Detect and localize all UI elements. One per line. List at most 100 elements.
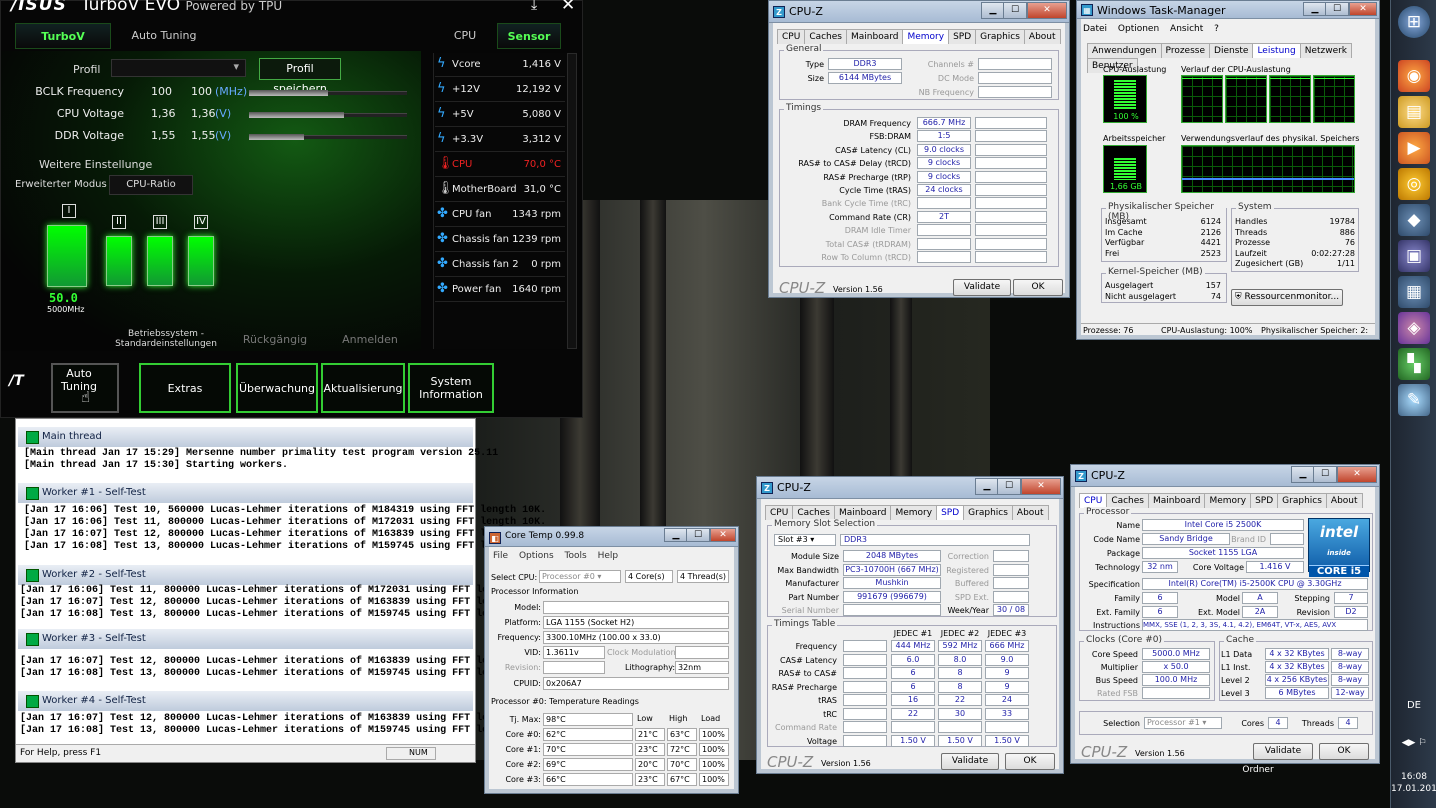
menu-file[interactable]: Datei — [1083, 24, 1107, 34]
undo-button[interactable]: Rückgängig — [229, 333, 321, 346]
titlebar[interactable]: Z CPU-Z ▁ ☐ ✕ — [769, 1, 1069, 23]
tab-cpu[interactable]: CPU — [1079, 493, 1108, 508]
resource-monitor-button[interactable]: ⛨ Ressourcenmonitor... — [1231, 289, 1343, 306]
tab-graphics[interactable]: Graphics — [1277, 493, 1327, 508]
tray-icons[interactable]: ◀▶ ⚐ — [1391, 738, 1436, 748]
tab-mainboard[interactable]: Mainboard — [846, 29, 904, 44]
app-icon[interactable]: ◆ — [1398, 204, 1430, 236]
media-player-icon[interactable]: ▶ — [1398, 132, 1430, 164]
update-button[interactable]: Aktualisierung — [321, 363, 405, 413]
ok-button[interactable]: OK — [1319, 743, 1369, 760]
ratio-bar-4[interactable] — [188, 236, 214, 286]
ok-button[interactable]: OK — [1013, 279, 1063, 296]
minimize-button[interactable]: ▁ — [981, 2, 1005, 19]
tab-mainboard[interactable]: Mainboard — [834, 505, 892, 520]
cpu-voltage-slider[interactable] — [249, 112, 407, 118]
firefox-icon[interactable]: ◉ — [1398, 60, 1430, 92]
tab-memory[interactable]: Memory — [902, 29, 950, 44]
tab-cpu[interactable]: CPU — [777, 29, 806, 44]
tab-sensor[interactable]: Sensor — [497, 23, 561, 49]
tab-network[interactable]: Netzwerk — [1299, 43, 1353, 58]
tab-graphics[interactable]: Graphics — [963, 505, 1013, 520]
menu-view[interactable]: Ansicht — [1170, 24, 1203, 34]
close-button[interactable]: ✕ — [1021, 478, 1061, 495]
tab-applications[interactable]: Anwendungen — [1087, 43, 1162, 58]
tab-mainboard[interactable]: Mainboard — [1148, 493, 1206, 508]
processor-select[interactable]: Processor #1 ▾ — [1144, 717, 1222, 729]
menu-help[interactable]: Help — [598, 551, 619, 561]
slot-dropdown[interactable]: Slot #3 ▾ — [774, 534, 836, 546]
save-profile-button[interactable]: Profil speichern — [259, 58, 341, 95]
validate-button[interactable]: Validate — [941, 753, 999, 770]
tab-about[interactable]: About — [1011, 505, 1049, 520]
os-defaults-button[interactable]: Betriebssystem -Standardeinstellungen — [113, 329, 219, 349]
tab-processes[interactable]: Prozesse — [1160, 43, 1211, 58]
maximize-button[interactable]: ☐ — [686, 528, 710, 542]
language-indicator[interactable]: DE — [1391, 700, 1436, 711]
maximize-button[interactable]: ☐ — [1325, 2, 1349, 16]
menu-options[interactable]: Optionen — [1118, 24, 1159, 34]
prime95-icon[interactable]: ▚ — [1398, 348, 1430, 380]
ok-button[interactable]: OK — [1005, 753, 1055, 770]
worker-2-header[interactable]: Worker #2 - Self-Test — [18, 565, 473, 585]
tab-spd[interactable]: SPD — [936, 505, 965, 520]
tab-spd[interactable]: SPD — [948, 29, 977, 44]
validate-button[interactable]: Validate — [953, 279, 1011, 296]
clock-time[interactable]: 16:08 — [1391, 772, 1436, 782]
close-button[interactable]: ✕ — [1027, 2, 1067, 19]
cpuz-icon[interactable]: ▣ — [1398, 240, 1430, 272]
close-button[interactable]: ✕ — [710, 528, 736, 542]
tab-services[interactable]: Dienste — [1209, 43, 1254, 58]
worker-3-header[interactable]: Worker #3 - Self-Test — [18, 629, 473, 649]
close-button[interactable]: ✕ — [1337, 466, 1377, 483]
titlebar[interactable]: ▦ Windows Task-Manager ▁ ☐ ✕ — [1077, 1, 1379, 19]
tab-caches[interactable]: Caches — [804, 29, 847, 44]
tab-caches[interactable]: Caches — [1106, 493, 1149, 508]
menu-help[interactable]: ? — [1214, 24, 1219, 34]
cpu-ratio-tab[interactable]: CPU-Ratio — [109, 175, 193, 195]
tab-about[interactable]: About — [1023, 29, 1061, 44]
tab-performance[interactable]: Leistung — [1252, 43, 1301, 58]
minimize-button[interactable]: ▁ — [1291, 466, 1315, 483]
ratio-bar-2[interactable] — [106, 236, 132, 286]
clock-date[interactable]: 17.01.2011 — [1391, 784, 1436, 794]
worker-4-header[interactable]: Worker #4 - Self-Test — [18, 691, 473, 711]
tab-auto-tuning[interactable]: Auto Tuning — [113, 23, 215, 49]
profile-dropdown[interactable]: ▾ — [111, 59, 246, 77]
titlebar[interactable]: ◧ Core Temp 0.99.8 ▁ ☐ ✕ — [485, 527, 738, 547]
maximize-button[interactable]: ☐ — [997, 478, 1021, 495]
menu-options[interactable]: Options — [519, 551, 554, 561]
ratio-bar-3[interactable] — [147, 236, 173, 286]
menu-file[interactable]: File — [493, 551, 508, 561]
tab-graphics[interactable]: Graphics — [975, 29, 1025, 44]
tab-spd[interactable]: SPD — [1250, 493, 1279, 508]
advanced-mode-tab[interactable]: Erweiterter Modus — [15, 179, 107, 190]
monitor-button[interactable]: Überwachung — [236, 363, 318, 413]
ddr-voltage-slider[interactable] — [249, 134, 407, 140]
titlebar[interactable]: Z CPU-Z ▁ ☐ ✕ — [757, 477, 1063, 499]
explorer-icon[interactable]: ▤ — [1398, 96, 1430, 128]
apply-button[interactable]: Anmelden — [331, 333, 409, 346]
minimize-button[interactable]: ▁ — [664, 528, 688, 542]
minimize-button[interactable]: ▁ — [1303, 2, 1327, 16]
tab-cpu[interactable]: CPU — [437, 23, 493, 49]
menu-tools[interactable]: Tools — [565, 551, 587, 561]
app-icon[interactable]: ◈ — [1398, 312, 1430, 344]
taskmgr-icon[interactable]: ▦ — [1398, 276, 1430, 308]
app-icon[interactable]: ◎ — [1398, 168, 1430, 200]
paint-icon[interactable]: ✎ — [1398, 384, 1430, 416]
worker-1-header[interactable]: Worker #1 - Self-Test — [18, 483, 473, 503]
tab-turbov[interactable]: TurboV — [15, 23, 111, 49]
titlebar[interactable]: Z CPU-Z ▁ ☐ ✕ — [1071, 465, 1379, 487]
validate-button[interactable]: Validate — [1253, 743, 1313, 760]
tab-cpu[interactable]: CPU — [765, 505, 794, 520]
sensor-scrollbar[interactable] — [567, 53, 577, 349]
start-orb-icon[interactable]: ⊞ — [1398, 6, 1430, 38]
close-button[interactable]: ✕ — [1349, 2, 1377, 16]
cpu-select[interactable]: Processor #0 ▾ — [539, 570, 621, 583]
maximize-button[interactable]: ☐ — [1313, 466, 1337, 483]
minimize-button[interactable]: ▁ — [975, 478, 999, 495]
close-icon[interactable]: ✕ — [561, 0, 575, 15]
ratio-bar-1[interactable] — [47, 225, 87, 287]
minimize-icon[interactable]: ⤓ — [531, 0, 537, 13]
